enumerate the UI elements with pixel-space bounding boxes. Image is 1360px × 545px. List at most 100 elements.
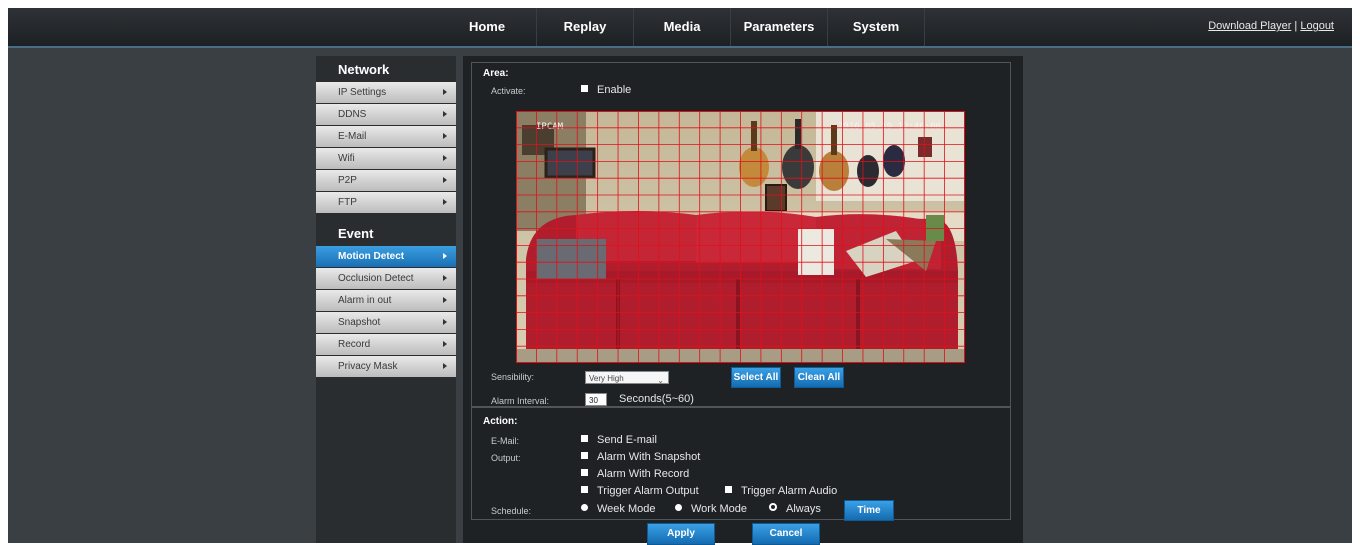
nav-home[interactable]: Home (438, 8, 537, 46)
camera-preview[interactable]: IPCAM 2016-05-19 12:46:00 (516, 111, 965, 363)
camera-name-overlay: IPCAM (536, 122, 564, 132)
always-label: Always (786, 503, 821, 515)
sidebar-item-privacy-mask[interactable]: Privacy Mask (316, 356, 456, 377)
radio-selected-icon (769, 503, 777, 511)
always-radio[interactable]: Always (769, 503, 821, 515)
sidebar-item-motion-detect[interactable]: Motion Detect (316, 246, 456, 267)
alarm-with-snapshot-checkbox[interactable]: Alarm With Snapshot (581, 451, 700, 463)
send-email-label: Send E-mail (597, 434, 657, 446)
download-player-link[interactable]: Download Player (1208, 20, 1291, 32)
work-mode-radio[interactable]: Work Mode (675, 503, 747, 515)
sensibility-value: Very High (589, 374, 624, 383)
sidebar-item-label: E-Mail (338, 131, 367, 142)
checkbox-icon (725, 486, 732, 493)
time-button[interactable]: Time (844, 500, 894, 521)
sidebar-item-label: IP Settings (338, 87, 387, 98)
sidebar-item-label: Snapshot (338, 317, 381, 328)
sidebar-item-label: Wifi (338, 153, 355, 164)
sidebar-item-snapshot[interactable]: Snapshot (316, 312, 456, 333)
sidebar-item-ddns[interactable]: DDNS (316, 104, 456, 125)
radio-icon (581, 504, 588, 511)
chevron-right-icon (443, 275, 447, 281)
checkbox-icon (581, 435, 588, 442)
alarm-with-record-checkbox[interactable]: Alarm With Record (581, 468, 689, 480)
chevron-right-icon (443, 297, 447, 303)
checkbox-icon (581, 452, 588, 459)
link-separator: | (1294, 20, 1298, 32)
chevron-right-icon (443, 111, 447, 117)
week-mode-radio[interactable]: Week Mode (581, 503, 656, 515)
nav-replay[interactable]: Replay (537, 8, 634, 46)
apply-button[interactable]: Apply (647, 523, 715, 545)
action-title: Action: (483, 416, 518, 427)
alarm-with-snapshot-label: Alarm With Snapshot (597, 451, 701, 463)
trigger-alarm-output-checkbox[interactable]: Trigger Alarm Output (581, 485, 699, 497)
sidebar-item-occlusion-detect[interactable]: Occlusion Detect (316, 268, 456, 289)
chevron-right-icon (443, 89, 447, 95)
checkbox-icon (581, 486, 588, 493)
alarm-interval-input[interactable]: 30 (585, 393, 607, 406)
week-mode-label: Week Mode (597, 503, 656, 515)
chevron-right-icon (443, 363, 447, 369)
schedule-label: Schedule: (491, 506, 532, 516)
area-title: Area: (483, 68, 509, 79)
send-email-checkbox[interactable]: Send E-mail (581, 434, 657, 446)
alarm-interval-label: Alarm Interval: (491, 396, 550, 406)
main-nav: Home Replay Media Parameters System (438, 8, 925, 46)
radio-icon (675, 504, 682, 511)
output-label: Output: (491, 453, 521, 463)
nav-media[interactable]: Media (634, 8, 731, 46)
sidebar-item-email[interactable]: E-Mail (316, 126, 456, 147)
chevron-right-icon (443, 253, 447, 259)
sidebar-item-wifi[interactable]: Wifi (316, 148, 456, 169)
trigger-alarm-output-label: Trigger Alarm Output (597, 485, 699, 497)
nav-system[interactable]: System (828, 8, 925, 46)
activate-label: Activate: (491, 86, 526, 96)
sidebar-item-ip-settings[interactable]: IP Settings (316, 82, 456, 103)
nav-parameters[interactable]: Parameters (731, 8, 828, 46)
work-mode-label: Work Mode (691, 503, 748, 515)
motion-detect-panel: Area: Activate: Enable IPCAM 2016-05-19 … (463, 56, 1023, 545)
checkbox-icon (581, 85, 588, 92)
alarm-interval-unit: Seconds(5~60) (619, 393, 694, 405)
chevron-right-icon (443, 319, 447, 325)
sidebar-item-label: Privacy Mask (338, 361, 398, 372)
sidebar-item-label: Record (338, 339, 371, 350)
chevron-right-icon (443, 341, 447, 347)
camera-timestamp-overlay: 2016-05-19 12:46:00 (838, 122, 941, 132)
alarm-with-record-label: Alarm With Record (597, 468, 690, 480)
checkbox-icon (581, 469, 588, 476)
sidebar-item-label: Alarm in out (338, 295, 392, 306)
sidebar-item-label: Occlusion Detect (338, 273, 414, 284)
sidebar-item-record[interactable]: Record (316, 334, 456, 355)
chevron-down-icon: ⌄ (657, 376, 664, 385)
chevron-right-icon (443, 155, 447, 161)
select-all-button[interactable]: Select All (731, 367, 781, 388)
sidebar-item-label: DDNS (338, 109, 367, 120)
logout-link[interactable]: Logout (1300, 20, 1334, 32)
enable-checkbox[interactable]: Enable (581, 84, 631, 96)
sidebar-item-label: Motion Detect (338, 251, 405, 262)
email-label: E-Mail: (491, 436, 520, 446)
sidebar-item-p2p[interactable]: P2P (316, 170, 456, 191)
sensibility-select[interactable]: Very High ⌄ (585, 371, 669, 385)
top-links: Download Player | Logout (1208, 20, 1334, 32)
trigger-alarm-audio-checkbox[interactable]: Trigger Alarm Audio (725, 485, 837, 497)
top-navigation-bar: Home Replay Media Parameters System Down… (8, 8, 1352, 48)
sidebar-item-label: P2P (338, 175, 357, 186)
sidebar-item-alarm-in-out[interactable]: Alarm in out (316, 290, 456, 311)
chevron-right-icon (443, 199, 447, 205)
sidebar-section-network: Network (338, 62, 390, 77)
chevron-right-icon (443, 177, 447, 183)
sidebar-section-event: Event (338, 226, 374, 241)
trigger-alarm-audio-label: Trigger Alarm Audio (741, 485, 838, 497)
sidebar-item-label: FTP (338, 197, 357, 208)
enable-label: Enable (597, 84, 632, 96)
sidebar: Network IP Settings DDNS E-Mail Wifi P2P… (316, 56, 456, 543)
sensibility-label: Sensibility: (491, 372, 535, 382)
cancel-button[interactable]: Cancel (752, 523, 820, 545)
sidebar-item-ftp[interactable]: FTP (316, 192, 456, 213)
chevron-right-icon (443, 133, 447, 139)
camera-image: IPCAM 2016-05-19 12:46:00 (516, 111, 965, 363)
clean-all-button[interactable]: Clean All (794, 367, 844, 388)
